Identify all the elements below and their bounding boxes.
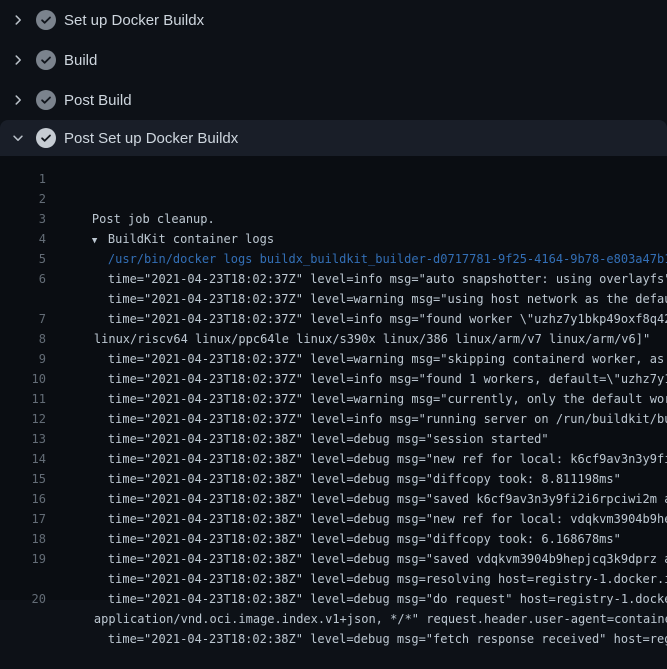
log-line-number[interactable]: 7 [0,309,46,329]
log-line-number[interactable]: 3 [0,209,46,229]
step-label: Post Set up Docker Buildx [64,130,238,147]
log-line-number[interactable]: 9 [0,349,46,369]
log-line-number[interactable]: 17 [0,509,46,529]
chevron-down-icon[interactable] [11,131,25,145]
log-area: 1 Post job cleanup. 2 ▼BuildKit containe… [0,156,667,600]
log-row: application/vnd.oci.image.index.v1+json,… [0,569,667,589]
log-line-number[interactable]: 16 [0,489,46,509]
step-label: Build [64,52,97,69]
log-row: linux/riscv64 linux/ppc64le linux/s390x … [0,289,667,309]
check-circle-icon [36,90,56,110]
steps-list: Set up Docker Buildx Build Post Build Po… [0,0,667,156]
step-row-1[interactable]: Build [0,40,667,80]
log-row: 10 time="2021-04-23T18:02:37Z" level=inf… [0,369,667,389]
step-label: Set up Docker Buildx [64,12,204,29]
log-line-number[interactable]: 2 [0,189,46,209]
chevron-right-icon[interactable] [11,13,25,27]
check-circle-icon [36,50,56,70]
log-row: 13 time="2021-04-23T18:02:38Z" level=deb… [0,429,667,449]
chevron-right-icon[interactable] [11,53,25,67]
log-line-number[interactable]: 10 [0,369,46,389]
step-label: Post Build [64,92,132,109]
log-line-text: time="2021-04-23T18:02:38Z" level=debug … [108,629,667,649]
log-row: 8 time="2021-04-23T18:02:37Z" level=info… [0,329,667,349]
log-line-number[interactable]: 8 [0,329,46,349]
step-row-0[interactable]: Set up Docker Buildx [0,0,667,40]
log-row: 18 time="2021-04-23T18:02:38Z" level=deb… [0,529,667,549]
log-line-number[interactable]: 12 [0,409,46,429]
log-line-number[interactable]: 13 [0,429,46,449]
log-row: 19 time="2021-04-23T18:02:38Z" level=deb… [0,549,667,569]
log-row: 20 time="2021-04-23T18:02:38Z" level=deb… [0,589,667,609]
log-line-number[interactable]: 18 [0,529,46,549]
log-row: 3 /usr/bin/docker logs buildx_buildkit_b… [0,209,667,229]
log-row: 17 time="2021-04-23T18:02:38Z" level=deb… [0,509,667,529]
check-circle-icon [36,128,56,148]
log-line-number[interactable]: 19 [0,549,46,569]
log-line-number[interactable]: 4 [0,229,46,249]
log-row: 4 time="2021-04-23T18:02:37Z" level=info… [0,229,667,249]
log-line-number[interactable]: 6 [0,269,46,289]
log-row: 7 time="2021-04-23T18:02:37Z" level=warn… [0,309,667,329]
log-row: 11 time="2021-04-23T18:02:38Z" level=deb… [0,389,667,409]
log-line-text: application/vnd.oci.image.index.v1+json,… [94,609,667,629]
log-line-number[interactable]: 20 [0,589,46,609]
log-row: 2 ▼BuildKit container logs [0,189,667,209]
log-line-number[interactable]: 11 [0,389,46,409]
log-line-number[interactable]: 1 [0,169,46,189]
log-row: 12 time="2021-04-23T18:02:38Z" level=deb… [0,409,667,429]
log-row: 1 Post job cleanup. [0,169,667,189]
log-row: 5 time="2021-04-23T18:02:37Z" level=warn… [0,249,667,269]
log-line-number[interactable]: 14 [0,449,46,469]
log-row: 6 time="2021-04-23T18:02:37Z" level=info… [0,269,667,289]
log-row: 14 time="2021-04-23T18:02:38Z" level=deb… [0,449,667,469]
log-row: 16 time="2021-04-23T18:02:38Z" level=deb… [0,489,667,509]
check-circle-icon [36,10,56,30]
step-row-3[interactable]: Post Set up Docker Buildx [0,120,667,156]
log-row: 9 time="2021-04-23T18:02:37Z" level=warn… [0,349,667,369]
step-row-2[interactable]: Post Build [0,80,667,120]
log-line-number[interactable]: 5 [0,249,46,269]
log-row: 15 time="2021-04-23T18:02:38Z" level=deb… [0,469,667,489]
log-line-number[interactable]: 15 [0,469,46,489]
chevron-right-icon[interactable] [11,93,25,107]
